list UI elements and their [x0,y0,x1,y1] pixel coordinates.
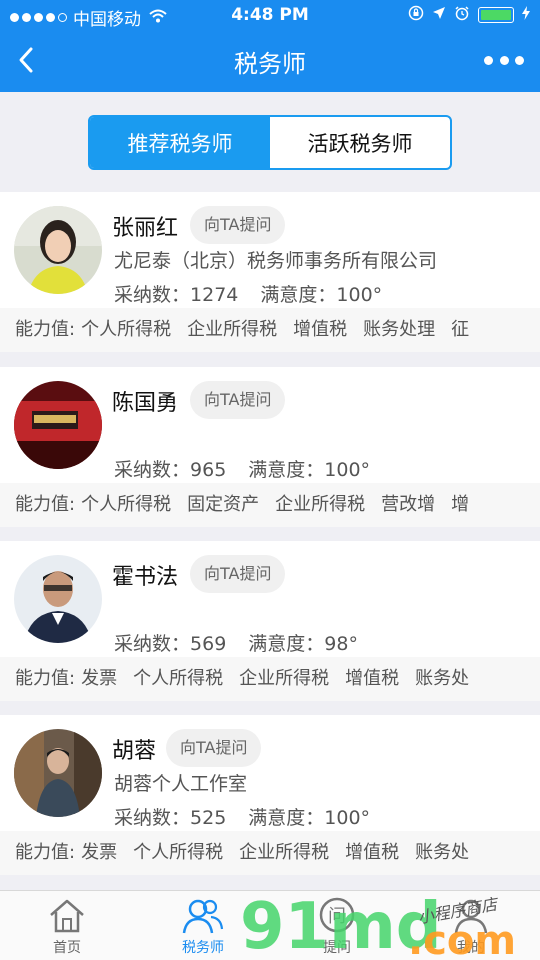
svg-text:问: 问 [328,906,346,927]
ask-button[interactable]: 向TA提问 [166,729,262,767]
skill-tag: 发票 [81,842,118,863]
skill-tag: 增值税 [345,668,400,689]
skill-tag: 增值税 [345,842,400,863]
advisor-card[interactable]: 张丽红 向TA提问 尤尼泰（北京）税务师事务所有限公司 采纳数：1274 满意度：… [0,192,540,352]
adopt-count: 525 [190,807,227,829]
status-icons [408,5,530,25]
person-icon [454,899,488,934]
adopt-count: 965 [190,459,227,481]
nav-bar: 税务师 [0,30,540,92]
skills-label: 能力值: [15,842,76,863]
location-icon [432,6,446,24]
charging-icon [522,6,530,24]
advisor-name: 张丽红 [112,216,179,241]
satisfaction-label: 满意度： [248,633,325,655]
skills-label: 能力值: [15,668,76,689]
satisfaction-value: 100° [324,807,371,829]
skill-tag: 账务处 [415,668,470,689]
skill-tag: 固定资产 [187,494,260,515]
advisor-name: 陈国勇 [112,391,179,416]
skill-tag: 营改增 [381,494,436,515]
satisfaction-label: 满意度： [248,807,325,829]
skill-tag: 个人所得税 [133,668,224,689]
ask-button[interactable]: 向TA提问 [190,381,286,419]
advisor-card[interactable]: 胡蓉 向TA提问 胡蓉个人工作室 采纳数：525 满意度：100° 能力值: 发票个… [0,715,540,875]
skill-tag: 企业所得税 [239,842,330,863]
page-title: 税务师 [234,50,306,78]
people-icon [182,899,224,934]
tab-advisors[interactable]: 税务师 [153,897,253,957]
adopt-label: 采纳数： [114,459,191,481]
skill-tag: 企业所得税 [239,668,330,689]
skills-row: 能力值: 发票 个人所得税 企业所得税 增值税 账务处 [0,831,540,875]
skill-tag: 个人所得税 [133,842,224,863]
home-icon [50,899,84,933]
advisor-stats: 采纳数：965 满意度：100° [114,455,370,482]
skills-row: 能力值: 发票 个人所得税 企业所得税 增值税 账务处 [0,657,540,701]
advisor-card[interactable]: 陈国勇 向TA提问 采纳数：965 满意度：100° 能力值: 个人所得税 固定资产企… [0,367,540,527]
tab-profile-label: 我的 [457,940,485,956]
battery-icon [478,7,514,23]
more-dot-icon [499,55,509,65]
skill-tag: 企业所得税 [187,319,278,340]
advisor-org: 胡蓉个人工作室 [114,773,248,795]
more-button[interactable] [484,50,524,70]
tab-profile[interactable]: 我的 [421,897,521,957]
advisor-stats: 采纳数：525 满意度：100° [114,803,370,830]
avatar [14,206,102,294]
skill-tag: 个人所得税 [81,494,172,515]
adopt-label: 采纳数： [114,284,191,306]
skill-tag: 增 [451,494,470,515]
skill-tag: 增值税 [293,319,348,340]
adopt-label: 采纳数： [114,633,191,655]
tab-home[interactable]: 首页 [17,897,117,957]
avatar [14,555,102,643]
ask-button[interactable]: 向TA提问 [190,206,286,244]
skill-tag: 账务处理 [363,319,436,340]
more-dot-icon [484,55,493,65]
satisfaction-value: 100° [336,284,383,306]
tabs-area: 推荐税务师 活跃税务师 [0,92,540,192]
tab-recommended[interactable]: 推荐税务师 [90,117,270,168]
skills-label: 能力值: [15,494,76,515]
avatar [14,381,102,469]
adopt-count: 569 [190,633,227,655]
skill-tag: 企业所得税 [275,494,366,515]
advisor-name: 胡蓉 [112,739,157,764]
segmented-control: 推荐税务师 活跃税务师 [88,115,452,170]
skill-tag: 发票 [81,668,118,689]
satisfaction-label: 满意度： [260,284,337,306]
advisor-name: 霍书法 [112,565,179,590]
tab-advisors-label: 税务师 [182,940,224,956]
skills-row: 能力值: 个人所得税 企业所得税 增值税 账务处理征 [0,308,540,352]
advisor-stats: 采纳数：1274 满意度：100° [114,280,382,307]
skill-tag: 征 [451,319,470,340]
skills-row: 能力值: 个人所得税 固定资产 企业所得税 营改增增 [0,483,540,527]
skill-tag: 账务处 [415,842,470,863]
tab-active[interactable]: 活跃税务师 [270,117,450,168]
rotation-lock-icon [408,5,424,25]
ask-icon: 问 [319,897,355,933]
alarm-icon [454,5,470,25]
satisfaction-value: 98° [324,633,358,655]
tab-ask-label: 提问 [323,940,351,956]
satisfaction-label: 满意度： [248,459,325,481]
tab-home-label: 首页 [53,940,81,956]
skill-tag: 个人所得税 [81,319,172,340]
skills-label: 能力值: [15,319,76,340]
bottom-tab-bar: 首页 税务师 问 提问 我的 [0,890,540,960]
tab-ask[interactable]: 问 提问 [287,897,387,957]
adopt-count: 1274 [190,284,239,306]
avatar [14,729,102,817]
advisor-stats: 采纳数：569 满意度：98° [114,629,358,656]
more-dot-icon [515,55,524,65]
status-bar: 中国移动 4:48 PM [0,0,540,30]
advisor-card[interactable]: 霍书法 向TA提问 采纳数：569 满意度：98° 能力值: 发票 个人所得税 企业所得… [0,541,540,701]
adopt-label: 采纳数： [114,807,191,829]
satisfaction-value: 100° [324,459,371,481]
advisor-org: 尤尼泰（北京）税务师事务所有限公司 [114,250,438,272]
ask-button[interactable]: 向TA提问 [190,555,286,593]
